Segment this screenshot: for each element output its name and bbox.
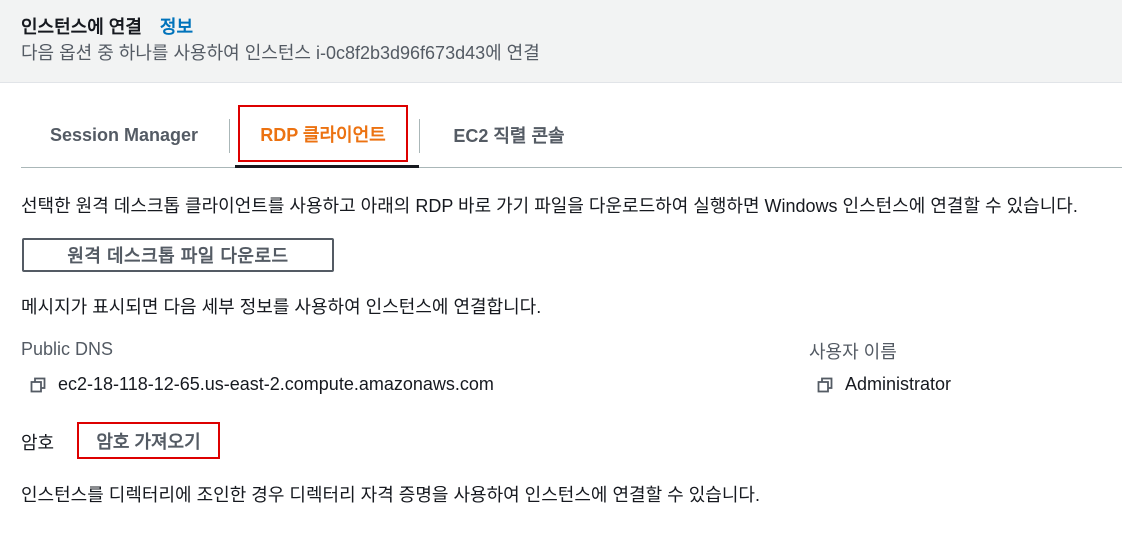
connection-method-tabs: Session Manager RDP 클라이언트 EC2 직렬 콘솔: [21, 105, 1122, 168]
info-link[interactable]: 정보: [160, 13, 193, 39]
active-tab-indicator: [235, 165, 419, 168]
download-rdp-file-button[interactable]: 원격 데스크톱 파일 다운로드: [22, 238, 334, 272]
tab-divider: [229, 119, 230, 153]
tab-ec2-serial-console[interactable]: EC2 직렬 콘솔: [421, 105, 597, 165]
public-dns-field: ec2-18-118-12-65.us-east-2.compute.amazo…: [30, 374, 494, 395]
public-dns-value: ec2-18-118-12-65.us-east-2.compute.amazo…: [58, 374, 494, 394]
username-value: Administrator: [845, 374, 952, 394]
password-label: 암호: [21, 433, 55, 453]
page-header: 인스턴스에 연결 정보 다음 옵션 중 하나를 사용하여 인스턴스 i-0c8f…: [0, 0, 1122, 83]
copy-icon[interactable]: [30, 377, 46, 393]
title-row: 인스턴스에 연결 정보: [21, 13, 193, 39]
copy-icon[interactable]: [817, 377, 833, 393]
connection-prompt-text: 메시지가 표시되면 다음 세부 정보를 사용하여 인스턴스에 연결합니다.: [21, 297, 542, 317]
directory-join-note: 인스턴스를 디렉터리에 조인한 경우 디렉터리 자격 증명을 사용하여 인스턴스…: [21, 485, 760, 505]
tab-rdp-client[interactable]: RDP 클라이언트: [238, 105, 408, 162]
tab-session-manager[interactable]: Session Manager: [21, 105, 227, 165]
username-field: Administrator: [817, 374, 951, 395]
public-dns-label: Public DNS: [21, 339, 114, 359]
page-title: 인스턴스에 연결: [21, 17, 142, 37]
page-subtitle: 다음 옵션 중 하나를 사용하여 인스턴스 i-0c8f2b3d96f673d4…: [21, 43, 540, 63]
username-label: 사용자 이름: [809, 342, 897, 362]
rdp-description: 선택한 원격 데스크톱 클라이언트를 사용하고 아래의 RDP 바로 가기 파일…: [21, 196, 1078, 216]
get-password-button[interactable]: 암호 가져오기: [77, 422, 220, 459]
tab-divider: [419, 119, 420, 153]
